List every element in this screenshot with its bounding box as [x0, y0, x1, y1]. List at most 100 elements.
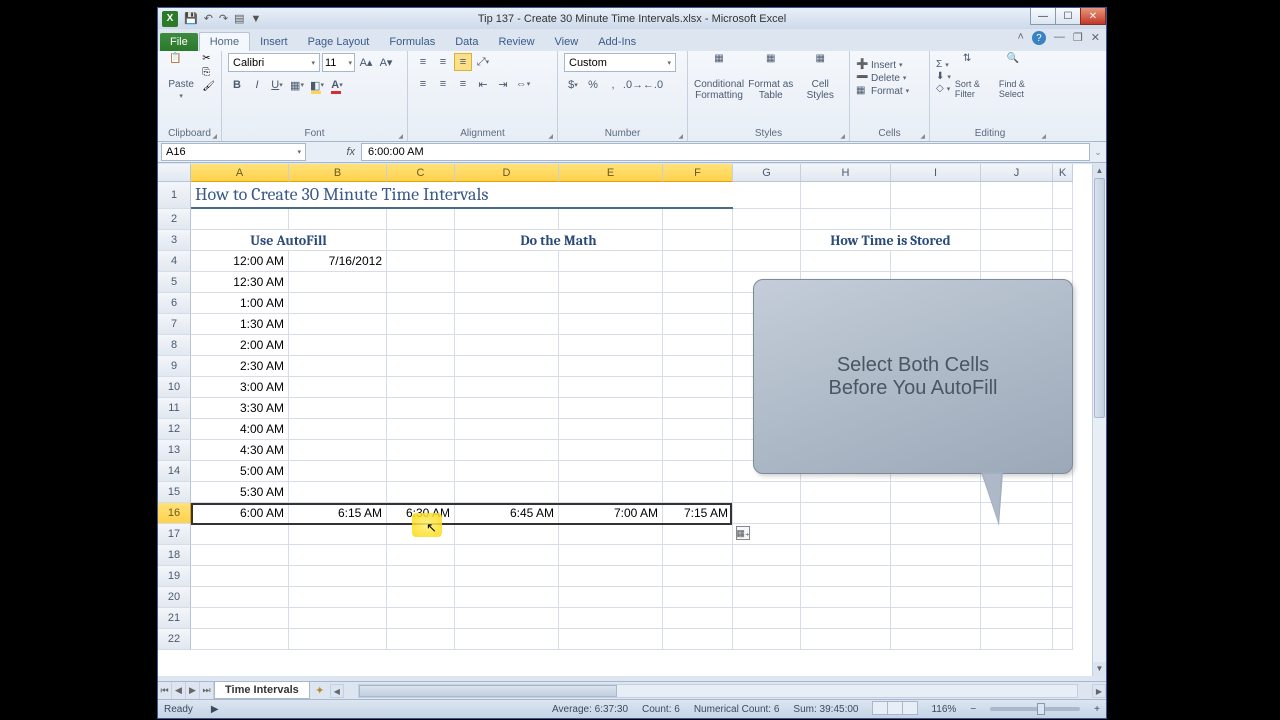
workbook-minimize-icon[interactable]: —	[1054, 31, 1065, 45]
maximize-button[interactable]: ☐	[1055, 8, 1081, 25]
cell-E5[interactable]	[559, 272, 663, 293]
format-as-table-button[interactable]: ▦Format as Table	[748, 53, 793, 101]
row-header-7[interactable]: 7	[158, 314, 191, 335]
cell-A3[interactable]: Use AutoFill	[191, 230, 387, 251]
cell-H1[interactable]	[801, 182, 891, 209]
cell-I2[interactable]	[891, 209, 981, 230]
cell-K17[interactable]	[1053, 524, 1073, 545]
cell-F8[interactable]	[663, 335, 733, 356]
row-header-14[interactable]: 14	[158, 461, 191, 482]
row-header-5[interactable]: 5	[158, 272, 191, 293]
clear-button[interactable]: ◇▾	[936, 83, 951, 94]
cell-D15[interactable]	[455, 482, 559, 503]
cell-E11[interactable]	[559, 398, 663, 419]
cell-C16[interactable]: 6:30 AM	[387, 503, 455, 524]
formula-input[interactable]: 6:00:00 AM	[361, 143, 1090, 161]
select-all-corner[interactable]	[158, 164, 191, 182]
cell-F4[interactable]	[663, 251, 733, 272]
cell-F19[interactable]	[663, 566, 733, 587]
col-header-H[interactable]: H	[801, 164, 891, 182]
cell-G3[interactable]	[733, 230, 801, 251]
cell-C6[interactable]	[387, 293, 455, 314]
row-header-21[interactable]: 21	[158, 608, 191, 629]
shrink-font-icon[interactable]: A▾	[377, 54, 395, 72]
cell-E19[interactable]	[559, 566, 663, 587]
cell-B11[interactable]	[289, 398, 387, 419]
cell-F17[interactable]	[663, 524, 733, 545]
tab-add-ins[interactable]: Add-Ins	[588, 33, 646, 51]
cell-K18[interactable]	[1053, 545, 1073, 566]
cell-E2[interactable]	[559, 209, 663, 230]
cell-F12[interactable]	[663, 419, 733, 440]
spreadsheet-grid[interactable]: ABCDEFGHIJK 1234567891011121314151617181…	[158, 164, 1106, 676]
cell-B10[interactable]	[289, 377, 387, 398]
cell-C21[interactable]	[387, 608, 455, 629]
cell-A18[interactable]	[191, 545, 289, 566]
cell-D16[interactable]: 6:45 AM	[455, 503, 559, 524]
cell-D14[interactable]	[455, 461, 559, 482]
font-size-select[interactable]: 11▾	[322, 53, 355, 72]
column-headers[interactable]: ABCDEFGHIJK	[191, 164, 1092, 182]
cell-C18[interactable]	[387, 545, 455, 566]
row-header-12[interactable]: 12	[158, 419, 191, 440]
orientation-icon[interactable]: ⤢▾	[474, 53, 492, 71]
row-header-20[interactable]: 20	[158, 587, 191, 608]
qat-dropdown-icon[interactable]: ▼	[251, 13, 262, 25]
cell-C20[interactable]	[387, 587, 455, 608]
cell-H16[interactable]	[801, 503, 891, 524]
cell-J21[interactable]	[981, 608, 1053, 629]
cell-D20[interactable]	[455, 587, 559, 608]
merge-center-icon[interactable]: ⇔▾	[514, 75, 532, 93]
copy-icon[interactable]: ⎘	[202, 67, 215, 78]
row-header-1[interactable]: 1	[158, 182, 191, 209]
cell-A19[interactable]	[191, 566, 289, 587]
row-header-13[interactable]: 13	[158, 440, 191, 461]
cell-F15[interactable]	[663, 482, 733, 503]
fx-icon[interactable]: fx	[346, 146, 355, 158]
row-header-2[interactable]: 2	[158, 209, 191, 230]
cell-C2[interactable]	[387, 209, 455, 230]
col-header-K[interactable]: K	[1053, 164, 1073, 182]
cell-D9[interactable]	[455, 356, 559, 377]
cell-D8[interactable]	[455, 335, 559, 356]
cell-G22[interactable]	[733, 629, 801, 650]
cell-C17[interactable]	[387, 524, 455, 545]
cell-G16[interactable]	[733, 503, 801, 524]
scroll-right-icon[interactable]: ▶	[1092, 684, 1106, 698]
macro-record-icon[interactable]: ▶	[211, 704, 219, 715]
cell-J18[interactable]	[981, 545, 1053, 566]
cell-J17[interactable]	[981, 524, 1053, 545]
col-header-I[interactable]: I	[891, 164, 981, 182]
underline-button[interactable]: U▾	[268, 76, 286, 94]
cell-D2[interactable]	[455, 209, 559, 230]
workbook-close-icon[interactable]: ✕	[1091, 31, 1100, 45]
row-header-10[interactable]: 10	[158, 377, 191, 398]
col-header-G[interactable]: G	[733, 164, 801, 182]
tab-formulas[interactable]: Formulas	[379, 33, 445, 51]
cell-H2[interactable]	[801, 209, 891, 230]
row-header-3[interactable]: 3	[158, 230, 191, 251]
cell-G21[interactable]	[733, 608, 801, 629]
cell-C15[interactable]	[387, 482, 455, 503]
prev-sheet-icon[interactable]: ◀	[172, 682, 186, 699]
last-sheet-icon[interactable]: ⏭	[200, 682, 214, 699]
cell-D13[interactable]	[455, 440, 559, 461]
sheet-nav[interactable]: ⏮ ◀ ▶ ⏭	[158, 682, 215, 699]
cell-A17[interactable]	[191, 524, 289, 545]
col-header-J[interactable]: J	[981, 164, 1053, 182]
tab-home[interactable]: Home	[199, 32, 250, 51]
cell-I17[interactable]	[891, 524, 981, 545]
cell-A7[interactable]: 1:30 AM	[191, 314, 289, 335]
cell-G1[interactable]	[733, 182, 801, 209]
cell-H21[interactable]	[801, 608, 891, 629]
save-icon[interactable]: 💾	[184, 12, 198, 25]
zoom-out-icon[interactable]: −	[970, 704, 976, 715]
cell-A14[interactable]: 5:00 AM	[191, 461, 289, 482]
increase-indent-icon[interactable]: ⇥	[494, 75, 512, 93]
cell-K19[interactable]	[1053, 566, 1073, 587]
cell-B18[interactable]	[289, 545, 387, 566]
cell-C3[interactable]	[387, 230, 455, 251]
cell-A15[interactable]: 5:30 AM	[191, 482, 289, 503]
align-right-icon[interactable]: ≡	[454, 75, 472, 93]
conditional-formatting-button[interactable]: ▦Conditional Formatting	[694, 53, 744, 101]
